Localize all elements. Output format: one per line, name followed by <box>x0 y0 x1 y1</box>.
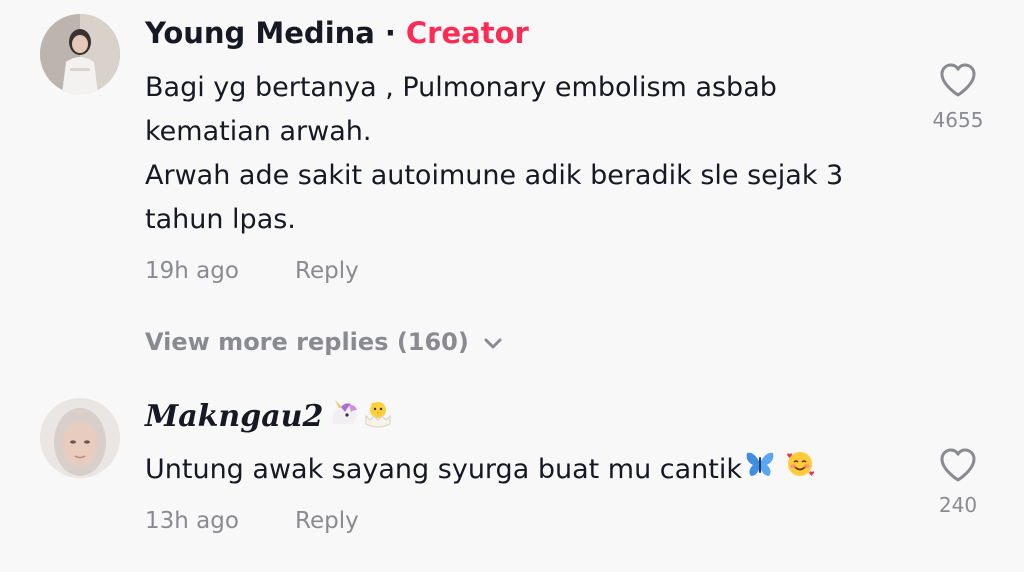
avatar[interactable] <box>40 14 120 94</box>
comment-timestamp: 19h ago <box>145 258 239 284</box>
comment-text-line: kematian arwah. <box>145 116 372 147</box>
like-count: 4655 <box>932 108 984 132</box>
comment-text: Bagi yg bertanya , Pulmonary embolism as… <box>145 66 905 242</box>
comment-meta: 19h ago Reply <box>145 258 359 284</box>
comment-timestamp: 13h ago <box>145 508 239 534</box>
reply-button[interactable]: Reply <box>295 258 359 284</box>
reply-button[interactable]: Reply <box>295 508 359 534</box>
hatching-chick-emoji <box>361 398 395 438</box>
like-button[interactable]: 240 <box>923 447 993 517</box>
comment-text-line: Bagi yg bertanya , Pulmonary embolism as… <box>145 72 777 103</box>
like-button[interactable]: 4655 <box>923 62 993 132</box>
username-text[interactable]: Young Medina <box>145 16 375 50</box>
separator-dot: · <box>384 16 396 50</box>
comment-username[interactable]: Young Medina · Creator <box>145 16 529 50</box>
like-count: 240 <box>938 493 978 517</box>
creator-badge: Creator <box>405 16 529 50</box>
comments-panel: Young Medina · Creator Bagi yg bertanya , … <box>0 0 1024 572</box>
heart-outline-icon[interactable] <box>939 62 977 98</box>
chevron-down-icon[interactable] <box>483 329 503 357</box>
comment-meta: 13h ago Reply <box>145 508 359 534</box>
butterfly-emoji <box>744 449 776 493</box>
comment-text: Untung awak sayang syurga buat mu cantik <box>145 448 905 493</box>
smiling-face-with-hearts-emoji <box>784 449 816 493</box>
unicorn-emoji <box>327 398 361 438</box>
comment-text-line: Arwah ade sakit autoimune adik beradik s… <box>145 160 844 191</box>
comment-text-body: Untung awak sayang syurga buat mu cantik <box>145 454 743 485</box>
comment-text-line: Untung awak sayang syurga buat mu cantik <box>145 448 905 493</box>
view-more-label[interactable]: View more replies (160) <box>145 328 469 356</box>
comment-username[interactable]: Makngau2 <box>145 398 395 438</box>
username-text[interactable]: Makngau2 <box>145 399 323 434</box>
heart-outline-icon[interactable] <box>939 447 977 483</box>
comment-text-line: tahun lpas. <box>145 204 296 235</box>
avatar[interactable] <box>40 398 120 478</box>
view-more-replies[interactable]: View more replies (160) <box>145 328 503 357</box>
